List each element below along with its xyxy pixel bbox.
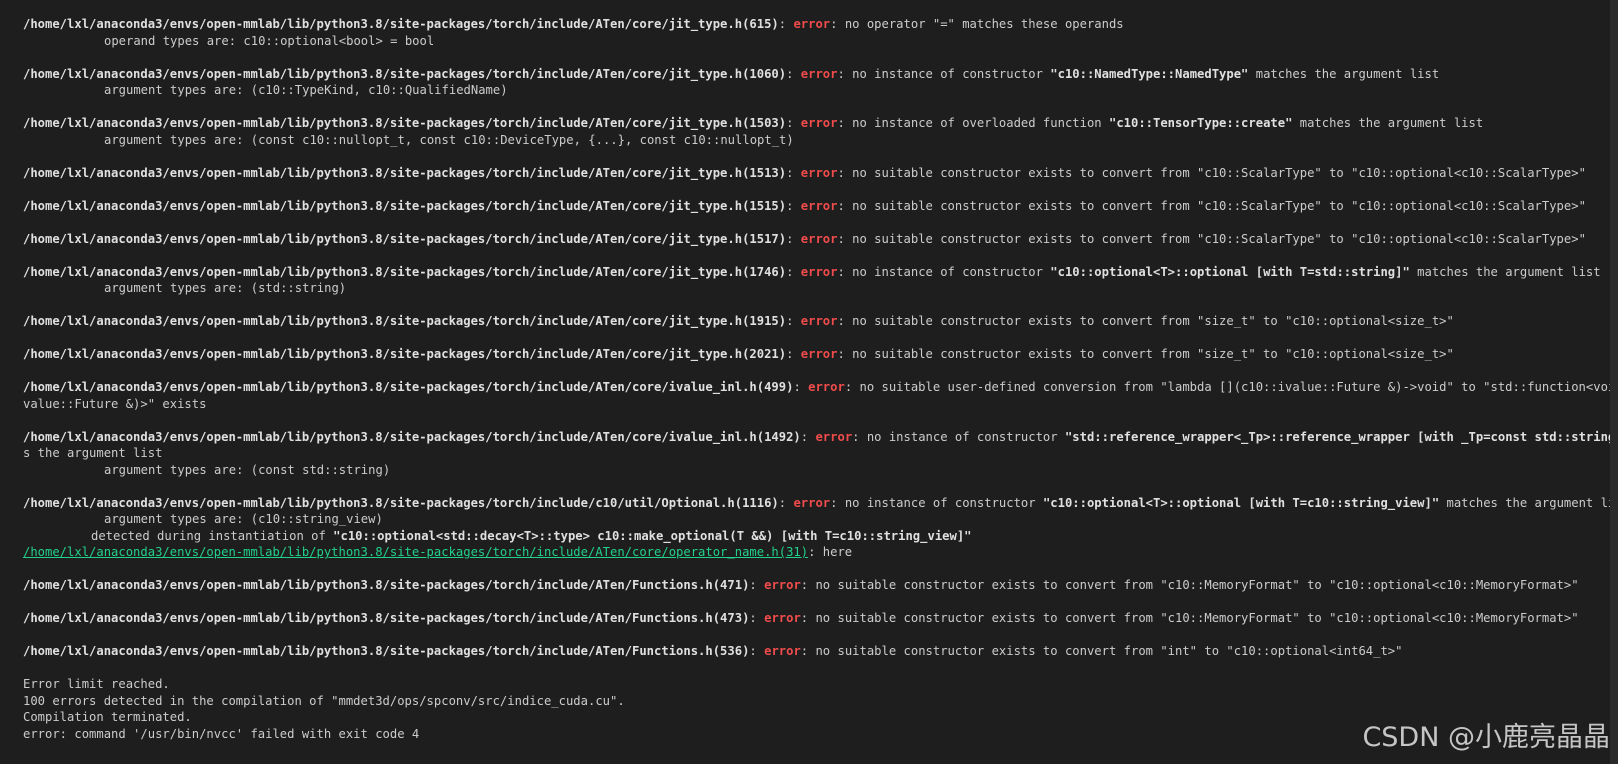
file-path: /home/lxl/anaconda3/envs/open-mmlab/lib/…	[23, 165, 787, 180]
error-line: /home/lxl/anaconda3/envs/open-mmlab/lib/…	[23, 231, 1586, 246]
error-line: /home/lxl/anaconda3/envs/open-mmlab/lib/…	[23, 165, 1586, 180]
error-keyword: error	[800, 314, 838, 328]
error-detail: argument types are: (const c10::nullopt_…	[104, 132, 794, 147]
terminal-output[interactable]: /home/lxl/anaconda3/envs/open-mmlab/lib/…	[23, 16, 1611, 742]
error-line: /home/lxl/anaconda3/envs/open-mmlab/lib/…	[23, 495, 1611, 512]
error-detail: argument types are: (std::string)	[104, 281, 347, 295]
error-message: : no suitable constructor exists to conv…	[837, 231, 1586, 246]
instantiation-note: detected during instantiation of "c10::o…	[23, 528, 1611, 545]
error-detail: argument types are: (c10::TypeKind, c10:…	[104, 83, 508, 97]
file-path: /home/lxl/anaconda3/envs/open-mmlab/lib/…	[23, 578, 750, 592]
error-message: : no suitable constructor exists to conv…	[800, 578, 1579, 592]
file-path: /home/lxl/anaconda3/envs/open-mmlab/lib/…	[23, 314, 787, 328]
error-message: : no instance of constructor	[830, 495, 1043, 510]
error-message: : no suitable constructor exists to conv…	[837, 198, 1586, 213]
error-line: /home/lxl/anaconda3/envs/open-mmlab/lib/…	[23, 611, 1579, 625]
error-line: /home/lxl/anaconda3/envs/open-mmlab/lib/…	[23, 644, 1403, 658]
file-path: /home/lxl/anaconda3/envs/open-mmlab/lib/…	[23, 17, 779, 31]
file-path: /home/lxl/anaconda3/envs/open-mmlab/lib/…	[23, 66, 787, 81]
error-keyword: error	[815, 429, 853, 444]
error-message: : no suitable user-defined conversion fr…	[844, 380, 1611, 394]
error-keyword: error	[764, 578, 801, 592]
error-keyword: error	[793, 495, 831, 510]
file-path: /home/lxl/anaconda3/envs/open-mmlab/lib/…	[23, 429, 801, 444]
error-message-wrap: s the argument list	[23, 446, 163, 460]
error-message: : no instance of constructor	[837, 66, 1051, 81]
error-message-tail: matches the argument list	[1439, 495, 1612, 510]
error-message: : no instance of constructor	[852, 429, 1065, 444]
symbol-name: "std::reference_wrapper<_Tp>::reference_…	[1064, 429, 1611, 444]
error-keyword: error	[808, 380, 845, 394]
error-line: /home/lxl/anaconda3/envs/open-mmlab/lib/…	[23, 116, 1484, 130]
error-line: /home/lxl/anaconda3/envs/open-mmlab/lib/…	[23, 578, 1579, 592]
file-path: /home/lxl/anaconda3/envs/open-mmlab/lib/…	[23, 198, 787, 213]
file-path: /home/lxl/anaconda3/envs/open-mmlab/lib/…	[23, 231, 787, 246]
scrollbar[interactable]	[1610, 0, 1618, 764]
error-keyword: error	[800, 198, 838, 213]
error-message: : no suitable constructor exists to conv…	[837, 314, 1454, 328]
error-detail: argument types are: (const std::string)	[104, 462, 391, 477]
error-message: : no suitable constructor exists to conv…	[800, 644, 1403, 658]
error-line: /home/lxl/anaconda3/envs/open-mmlab/lib/…	[23, 264, 1601, 279]
error-message: : no operator "=" matches these operands	[830, 17, 1124, 31]
symbol-name: "c10::optional<std::decay<T>::type> c10:…	[333, 528, 972, 543]
file-path: /home/lxl/anaconda3/envs/open-mmlab/lib/…	[23, 264, 787, 279]
error-line: /home/lxl/anaconda3/envs/open-mmlab/lib/…	[23, 347, 1454, 361]
file-path: /home/lxl/anaconda3/envs/open-mmlab/lib/…	[23, 380, 794, 394]
error-line: /home/lxl/anaconda3/envs/open-mmlab/lib/…	[23, 379, 1611, 396]
link-suffix: : here	[808, 545, 853, 559]
symbol-name: "c10::TensorType::create"	[1108, 116, 1293, 130]
source-link-line: /home/lxl/anaconda3/envs/open-mmlab/lib/…	[23, 544, 1611, 561]
error-keyword: error	[800, 347, 838, 361]
file-path: /home/lxl/anaconda3/envs/open-mmlab/lib/…	[23, 116, 787, 130]
error-keyword: error	[764, 611, 801, 625]
error-keyword: error	[764, 644, 801, 658]
error-message: : no instance of constructor	[837, 264, 1051, 279]
error-line: /home/lxl/anaconda3/envs/open-mmlab/lib/…	[23, 429, 1611, 446]
error-keyword: error	[793, 17, 831, 31]
error-keyword: error	[800, 116, 838, 130]
error-message: : no suitable constructor exists to conv…	[800, 611, 1579, 625]
symbol-name: "c10::optional<T>::optional [with T=std:…	[1050, 264, 1410, 279]
file-path: /home/lxl/anaconda3/envs/open-mmlab/lib/…	[23, 611, 750, 625]
error-keyword: error	[800, 231, 838, 246]
error-message: : no suitable constructor exists to conv…	[837, 347, 1454, 361]
error-message-wrap: value::Future &)>" exists	[23, 396, 207, 411]
symbol-name: "c10::optional<T>::optional [with T=c10:…	[1042, 495, 1440, 510]
error-detail: argument types are: (c10::string_view)	[104, 512, 383, 526]
error-line: /home/lxl/anaconda3/envs/open-mmlab/lib/…	[23, 198, 1586, 213]
error-line: /home/lxl/anaconda3/envs/open-mmlab/lib/…	[23, 314, 1454, 328]
watermark: CSDN @小鹿亮晶晶	[1362, 722, 1610, 753]
instantiation-label: detected during instantiation of	[91, 528, 334, 543]
error-line: /home/lxl/anaconda3/envs/open-mmlab/lib/…	[23, 66, 1440, 81]
symbol-name: "c10::NamedType::NamedType"	[1050, 66, 1249, 81]
file-path: /home/lxl/anaconda3/envs/open-mmlab/lib/…	[23, 644, 750, 658]
error-keyword: error	[800, 165, 838, 180]
source-link[interactable]: /home/lxl/anaconda3/envs/open-mmlab/lib/…	[23, 545, 808, 559]
error-line: /home/lxl/anaconda3/envs/open-mmlab/lib/…	[23, 17, 1124, 31]
error-message-tail: matches the argument list	[1409, 264, 1601, 279]
error-message-tail: matches the argument list	[1248, 66, 1440, 81]
error-message-tail: matches the argument list	[1292, 116, 1484, 130]
file-path: /home/lxl/anaconda3/envs/open-mmlab/lib/…	[23, 495, 779, 510]
error-message: : no instance of overloaded function	[837, 116, 1109, 130]
file-path: /home/lxl/anaconda3/envs/open-mmlab/lib/…	[23, 347, 787, 361]
summary-line: Error limit reached.	[23, 677, 170, 691]
error-keyword: error	[800, 66, 838, 81]
summary-line: 100 errors detected in the compilation o…	[23, 693, 625, 708]
error-detail: operand types are: c10::optional<bool> =…	[104, 33, 435, 48]
error-keyword: error	[800, 264, 838, 279]
error-message: : no suitable constructor exists to conv…	[837, 165, 1586, 180]
